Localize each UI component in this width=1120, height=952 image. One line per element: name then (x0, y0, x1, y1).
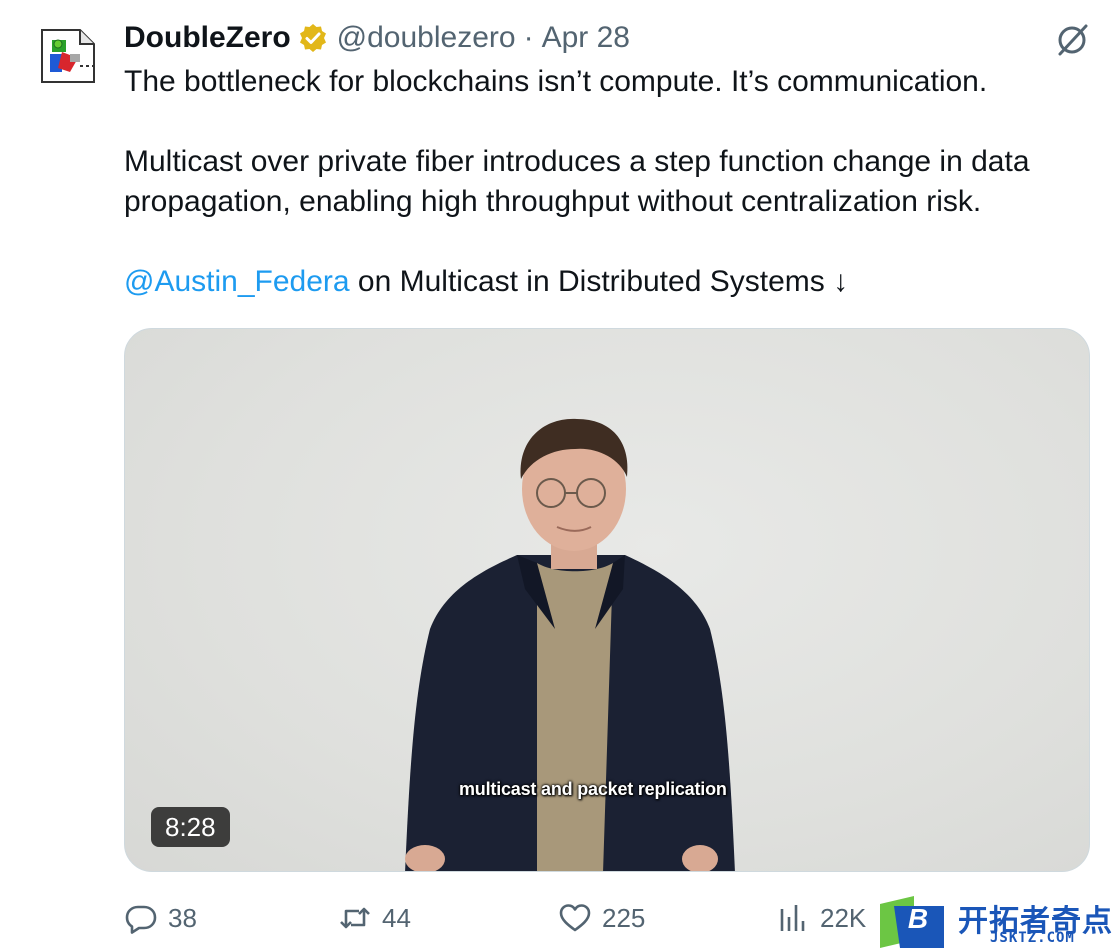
watermark-logo-icon: B (880, 896, 944, 948)
views-count: 22K (820, 902, 867, 933)
reply-count: 38 (168, 902, 197, 933)
repost-icon (340, 907, 370, 929)
grok-icon[interactable] (1052, 20, 1092, 60)
reply-button[interactable]: 38 (124, 896, 197, 940)
repost-count: 44 (382, 902, 411, 933)
video-duration-badge: 8:28 (151, 807, 230, 847)
author-handle[interactable]: @doublezero (337, 21, 516, 55)
tweet-date[interactable]: Apr 28 (542, 21, 630, 55)
mention-line-text: on Multicast in Distributed Systems ↓ (349, 265, 849, 298)
verified-badge-icon[interactable] (297, 22, 329, 54)
like-button[interactable]: 225 (558, 896, 645, 940)
header-separator: · (523, 21, 534, 54)
watermark-logo-letter: B (908, 903, 928, 934)
reply-icon (125, 905, 157, 934)
video-caption: multicast and packet replication (459, 779, 727, 799)
watermark-domain-text: JSKTZ.COM (990, 930, 1075, 946)
video-player[interactable]: multicast and packet replication 8:28 (124, 328, 1090, 872)
repost-button[interactable]: 44 (338, 896, 411, 940)
author-name[interactable]: DoubleZero (124, 21, 291, 55)
tweet-text: The bottleneck for blockchains isn’t com… (124, 62, 1084, 302)
mention-link[interactable]: @Austin_Federa (124, 265, 350, 298)
tweet-text-line1: The bottleneck for blockchains isn’t com… (124, 65, 988, 98)
tweet-header: DoubleZero @doublezero · Apr 28 (124, 18, 630, 58)
views-chart-icon (780, 905, 805, 931)
views-button[interactable]: 22K (776, 896, 866, 940)
tweet-text-mention-line: @Austin_Federa on Multicast in Distribut… (124, 262, 1084, 302)
broken-image-icon[interactable] (40, 28, 96, 84)
site-watermark: B 开拓者奇点 JSKTZ.COM (880, 894, 1120, 950)
heart-icon (559, 904, 591, 932)
like-count: 225 (602, 902, 646, 933)
tweet-text-paragraph2: Multicast over private fiber introduces … (124, 145, 1030, 218)
